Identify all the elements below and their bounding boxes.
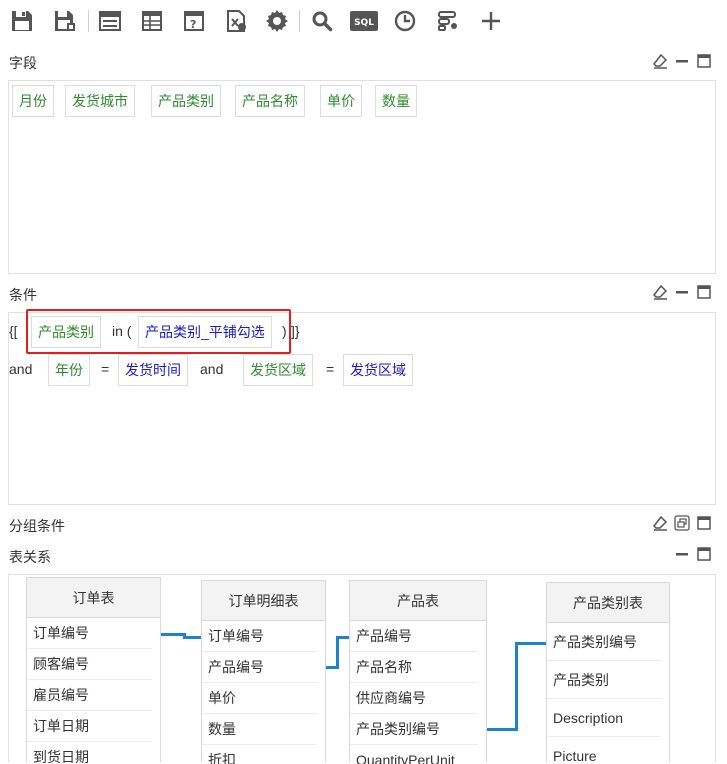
condition-equals: = <box>326 361 335 377</box>
group-conditions-section-title: 分组条件 <box>9 518 65 534</box>
relation-table[interactable]: 产品表 产品编号 产品名称 供应商编号 产品类别编号 QuantityPerUn… <box>349 580 487 764</box>
maximize-icon[interactable] <box>696 53 712 69</box>
relation-link[interactable] <box>336 636 349 639</box>
clock-icon[interactable] <box>392 8 418 34</box>
sql-label: SQL <box>354 18 374 28</box>
relation-link[interactable] <box>336 636 339 669</box>
condition-highlight-box <box>26 309 291 354</box>
relation-column[interactable]: 到货日期 <box>27 742 152 764</box>
gear-icon[interactable] <box>264 8 290 34</box>
relation-column[interactable]: 产品类别编号 <box>350 714 478 745</box>
grid-layout-icon[interactable] <box>97 8 123 34</box>
condition-param-chip[interactable]: 发货时间 <box>118 354 188 386</box>
restore-icon[interactable] <box>674 515 690 531</box>
relation-column[interactable]: 订单编号 <box>27 618 152 649</box>
condition-close-bracket: ]} <box>291 323 300 339</box>
relation-column[interactable]: 数量 <box>202 714 317 745</box>
relation-table-name: 产品表 <box>350 581 486 621</box>
relation-table-name: 订单表 <box>27 578 160 618</box>
relation-column[interactable]: 产品类别编号 <box>547 623 661 661</box>
svg-text:?: ? <box>190 18 196 31</box>
conditions-section-controls <box>652 284 712 300</box>
condition-and: and <box>200 361 224 377</box>
relation-column[interactable]: 订单日期 <box>27 711 152 742</box>
relation-link[interactable] <box>161 633 184 636</box>
relation-link[interactable] <box>487 728 517 731</box>
fields-section-controls <box>652 53 712 69</box>
toolbar: ? SQL <box>0 0 727 44</box>
formula-icon[interactable]: ? <box>181 8 207 34</box>
export-icon[interactable] <box>223 8 249 34</box>
toolbar-separator <box>299 10 300 32</box>
relation-column[interactable]: 产品名称 <box>350 652 478 683</box>
field-chip[interactable]: 产品名称 <box>235 85 305 117</box>
maximize-icon[interactable] <box>696 546 712 562</box>
relation-table-name: 产品类别表 <box>547 583 669 623</box>
fields-section-title: 字段 <box>9 55 37 71</box>
condition-param-chip[interactable]: 发货区域 <box>343 354 413 386</box>
relation-table[interactable]: 订单表 订单编号 顾客编号 雇员编号 订单日期 到货日期 <box>26 577 161 764</box>
relation-column[interactable]: 供应商编号 <box>350 683 478 714</box>
relation-link[interactable] <box>515 642 546 645</box>
condition-equals: = <box>101 361 110 377</box>
maximize-icon[interactable] <box>696 284 712 300</box>
relations-section-title: 表关系 <box>9 549 51 565</box>
field-chip[interactable]: 月份 <box>12 85 54 117</box>
relation-column[interactable]: 订单编号 <box>202 621 317 652</box>
relation-table[interactable]: 订单明细表 订单编号 产品编号 单价 数量 折扣 <box>201 580 326 764</box>
minimize-icon[interactable] <box>674 53 690 69</box>
plus-icon[interactable] <box>478 8 504 34</box>
field-chip[interactable]: 数量 <box>375 85 417 117</box>
field-chip[interactable]: 产品类别 <box>151 85 221 117</box>
condition-field-chip[interactable]: 发货区域 <box>243 354 313 386</box>
save-as-icon[interactable] <box>52 8 78 34</box>
field-chip[interactable]: 发货城市 <box>65 85 135 117</box>
relation-table[interactable]: 产品类别表 产品类别编号 产品类别 Description Picture <box>546 582 670 764</box>
eraser-icon[interactable] <box>652 284 668 300</box>
relation-column[interactable]: 产品编号 <box>202 652 317 683</box>
condition-field-chip[interactable]: 年份 <box>48 354 90 386</box>
relation-column[interactable]: 顾客编号 <box>27 649 152 680</box>
minimize-icon[interactable] <box>674 546 690 562</box>
conditions-section-title: 条件 <box>9 287 37 303</box>
relation-column[interactable]: 产品编号 <box>350 621 478 652</box>
relation-column[interactable]: Picture <box>547 737 661 764</box>
eraser-icon[interactable] <box>652 515 668 531</box>
relation-column[interactable]: Description <box>547 699 661 737</box>
toolbar-separator <box>88 10 89 32</box>
relation-table-name: 订单明细表 <box>202 581 325 621</box>
condition-and: and <box>9 361 33 377</box>
filter-settings-icon[interactable] <box>435 8 461 34</box>
relation-column[interactable]: QuantityPerUnit <box>350 745 478 764</box>
group-conditions-section-controls <box>652 515 712 531</box>
relation-link[interactable] <box>515 642 518 731</box>
eraser-icon[interactable] <box>652 53 668 69</box>
field-chip[interactable]: 单价 <box>320 85 362 117</box>
relation-column[interactable]: 单价 <box>202 683 317 714</box>
relation-column[interactable]: 雇员编号 <box>27 680 152 711</box>
minimize-icon[interactable] <box>674 284 690 300</box>
sql-icon[interactable]: SQL <box>350 8 378 34</box>
save-icon[interactable] <box>9 8 35 34</box>
relation-link[interactable] <box>183 636 201 639</box>
condition-open-bracket: {[ <box>9 323 18 339</box>
table-icon[interactable] <box>139 8 165 34</box>
relations-section-controls <box>674 546 712 562</box>
maximize-icon[interactable] <box>696 515 712 531</box>
search-icon[interactable] <box>309 8 335 34</box>
relation-column[interactable]: 折扣 <box>202 745 317 764</box>
relation-column[interactable]: 产品类别 <box>547 661 661 699</box>
